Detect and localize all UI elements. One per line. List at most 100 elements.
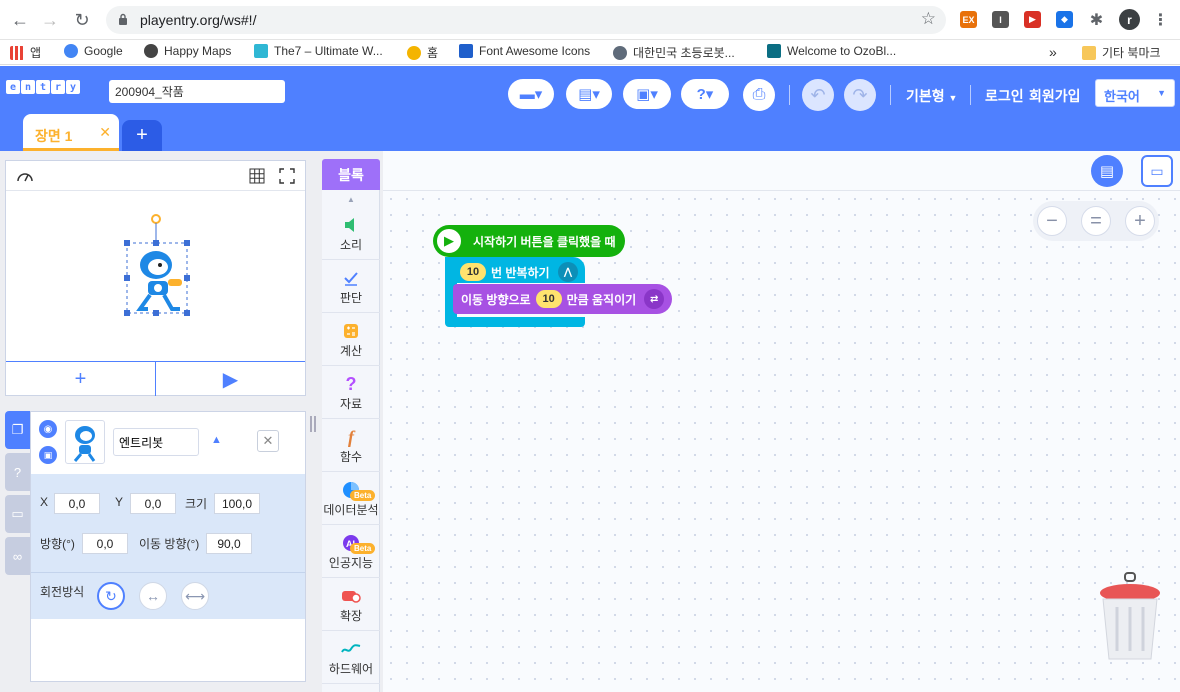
entrybot-thumbnail-icon	[73, 426, 96, 462]
script-canvas[interactable]: ▤ ▭ ▶ 시작하기 버튼을 클릭했을 때 10 번 반복하기 ⋀ 이동 방향으…	[383, 151, 1180, 692]
caret-down-icon: ▼	[948, 93, 958, 103]
fullscreen-icon[interactable]	[279, 168, 295, 184]
entrybot-sprite[interactable]	[122, 209, 192, 317]
size-input[interactable]: 100,0	[214, 493, 260, 514]
file-menu-button[interactable]: ▤▾	[566, 79, 612, 109]
category-judgement[interactable]: 판단	[322, 261, 380, 313]
check-icon	[322, 267, 380, 289]
block-drawer-icon[interactable]: ▭	[1141, 155, 1173, 187]
add-scene-button[interactable]: +	[122, 120, 162, 151]
resize-handle[interactable]	[310, 416, 316, 432]
new-project-button[interactable]: ▬▾	[508, 79, 554, 109]
language-select[interactable]: 한국어 ▼	[1095, 79, 1175, 107]
tab-console[interactable]: ▭	[5, 495, 30, 533]
category-data-analysis[interactable]: Beta 데이터분석	[322, 473, 380, 525]
close-icon[interactable]: ✕	[99, 124, 111, 141]
undo-button[interactable]: ↶	[802, 79, 834, 111]
scroll-up-icon[interactable]: ▲	[322, 190, 380, 208]
reload-icon[interactable]: ↻	[70, 8, 94, 32]
tab-help[interactable]: ?	[5, 453, 30, 491]
home-icon	[407, 45, 421, 60]
move-steps-input[interactable]: 10	[535, 290, 562, 308]
bookmark-happy-maps[interactable]: Happy Maps	[144, 44, 231, 58]
bookmarks-overflow[interactable]: »	[1049, 44, 1057, 60]
google-icon	[64, 44, 78, 58]
forward-icon[interactable]: →	[38, 8, 62, 32]
zoom-in-button[interactable]: +	[1125, 206, 1155, 236]
rotate-free-button[interactable]: ↻	[97, 582, 125, 610]
object-thumbnail[interactable]	[65, 420, 105, 464]
save-icon: ▣▾	[636, 86, 658, 103]
category-function[interactable]: f 함수	[322, 420, 380, 472]
puzzle-icon[interactable]: ✱	[1088, 11, 1105, 29]
rotate-none-button[interactable]: ⟷	[181, 582, 209, 610]
collapse-icon[interactable]: ▲	[211, 434, 222, 446]
header-divider	[970, 85, 971, 105]
lock-icon[interactable]: ▣	[39, 446, 57, 464]
move-direction-input[interactable]: 90,0	[206, 533, 252, 554]
speedometer-icon[interactable]	[16, 168, 34, 184]
x-input[interactable]: 0,0	[54, 493, 100, 514]
bookmark-other[interactable]: 기타 북마크	[1082, 44, 1161, 61]
block-move-forward[interactable]: 이동 방향으로 10 만큼 움직이기 ⇄	[453, 284, 673, 314]
trash-icon[interactable]	[1097, 571, 1163, 665]
bookmark-home[interactable]: 홈	[407, 44, 438, 61]
category-sound[interactable]: 소리	[322, 208, 380, 260]
y-input[interactable]: 0,0	[130, 493, 176, 514]
help-menu-button[interactable]: ?▾	[681, 79, 729, 109]
comment-icon[interactable]: ▤	[1091, 155, 1123, 187]
redo-button[interactable]: ↷	[844, 79, 876, 111]
repeat-header: 10 번 반복하기 ⋀	[455, 261, 578, 283]
save-menu-button[interactable]: ▣▾	[623, 79, 671, 109]
grid-icon[interactable]	[249, 168, 265, 184]
extension-icon[interactable]: I	[992, 11, 1009, 28]
address-bar[interactable]: playentry.org/ws#!/ ☆	[106, 6, 946, 34]
print-button[interactable]: ⎙	[743, 79, 775, 111]
bookmark-apps[interactable]: 앱	[10, 44, 41, 61]
rotate-horizontal-button[interactable]: ↔	[139, 582, 167, 610]
bookmark-the7[interactable]: The7 – Ultimate W...	[254, 44, 383, 58]
bookmark-google[interactable]: Google	[64, 44, 123, 58]
bookmark-font-awesome[interactable]: Font Awesome Icons	[459, 44, 590, 58]
profile-avatar[interactable]: r	[1119, 9, 1140, 30]
rotation-label: 회전방식	[40, 585, 85, 599]
direction-input[interactable]: 0,0	[82, 533, 128, 554]
print-icon: ⎙	[752, 86, 766, 103]
tab-blocks[interactable]: 블록	[322, 159, 380, 190]
add-object-button[interactable]: +	[6, 362, 156, 396]
category-extension[interactable]: 확장	[322, 579, 380, 631]
category-calculation[interactable]: 계산	[322, 314, 380, 366]
mode-dropdown[interactable]: 기본형 ▼	[906, 86, 957, 106]
project-name-input[interactable]	[109, 80, 285, 103]
tab-objects[interactable]: ❐	[5, 411, 30, 449]
beta-badge: Beta	[350, 490, 376, 501]
extension-icon[interactable]: ◆	[1056, 11, 1073, 28]
star-icon[interactable]: ☆	[921, 9, 936, 29]
login-link[interactable]: 로그인	[985, 86, 1024, 106]
delete-object-button[interactable]: ✕	[257, 430, 279, 452]
run-button[interactable]: ▶	[156, 362, 305, 396]
repeat-count-input[interactable]: 10	[460, 263, 486, 281]
stage-toolbar	[6, 161, 305, 191]
bookmark-robot[interactable]: 대한민국 초등로봇...	[613, 44, 735, 61]
category-ai[interactable]: AIBeta인공지능	[322, 526, 380, 578]
signup-link[interactable]: 회원가입	[1029, 86, 1081, 106]
tab-hardware[interactable]: ∞	[5, 537, 30, 575]
block-when-start-clicked[interactable]: ▶ 시작하기 버튼을 클릭했을 때	[433, 225, 626, 257]
category-hardware[interactable]: 하드웨어	[322, 632, 380, 684]
menu-icon[interactable]: ⋮	[1152, 11, 1169, 29]
extension-icon[interactable]: EX	[960, 11, 977, 28]
category-data[interactable]: ? 자료	[322, 367, 380, 419]
no-rotate-icon: ⟷	[184, 587, 206, 604]
object-detail: ◉ ▣ ▲ ✕ X 0,0 Y 0,0 크기 100,0 방향(°) 0,0 이…	[30, 411, 306, 682]
move-icon: ⇄	[644, 289, 665, 309]
entry-logo[interactable]: e n t r y	[6, 80, 80, 94]
extension-icon[interactable]: ▶	[1024, 11, 1041, 28]
tab-scene-1[interactable]: 장면 1 ✕	[23, 114, 119, 151]
visibility-icon[interactable]: ◉	[39, 420, 57, 438]
zoom-out-button[interactable]: −	[1037, 206, 1067, 236]
bookmark-ozobot[interactable]: Welcome to OzoBl...	[767, 44, 896, 58]
zoom-reset-button[interactable]: =	[1081, 206, 1111, 236]
back-icon[interactable]: ←	[8, 8, 32, 32]
object-name-input[interactable]	[113, 428, 199, 456]
